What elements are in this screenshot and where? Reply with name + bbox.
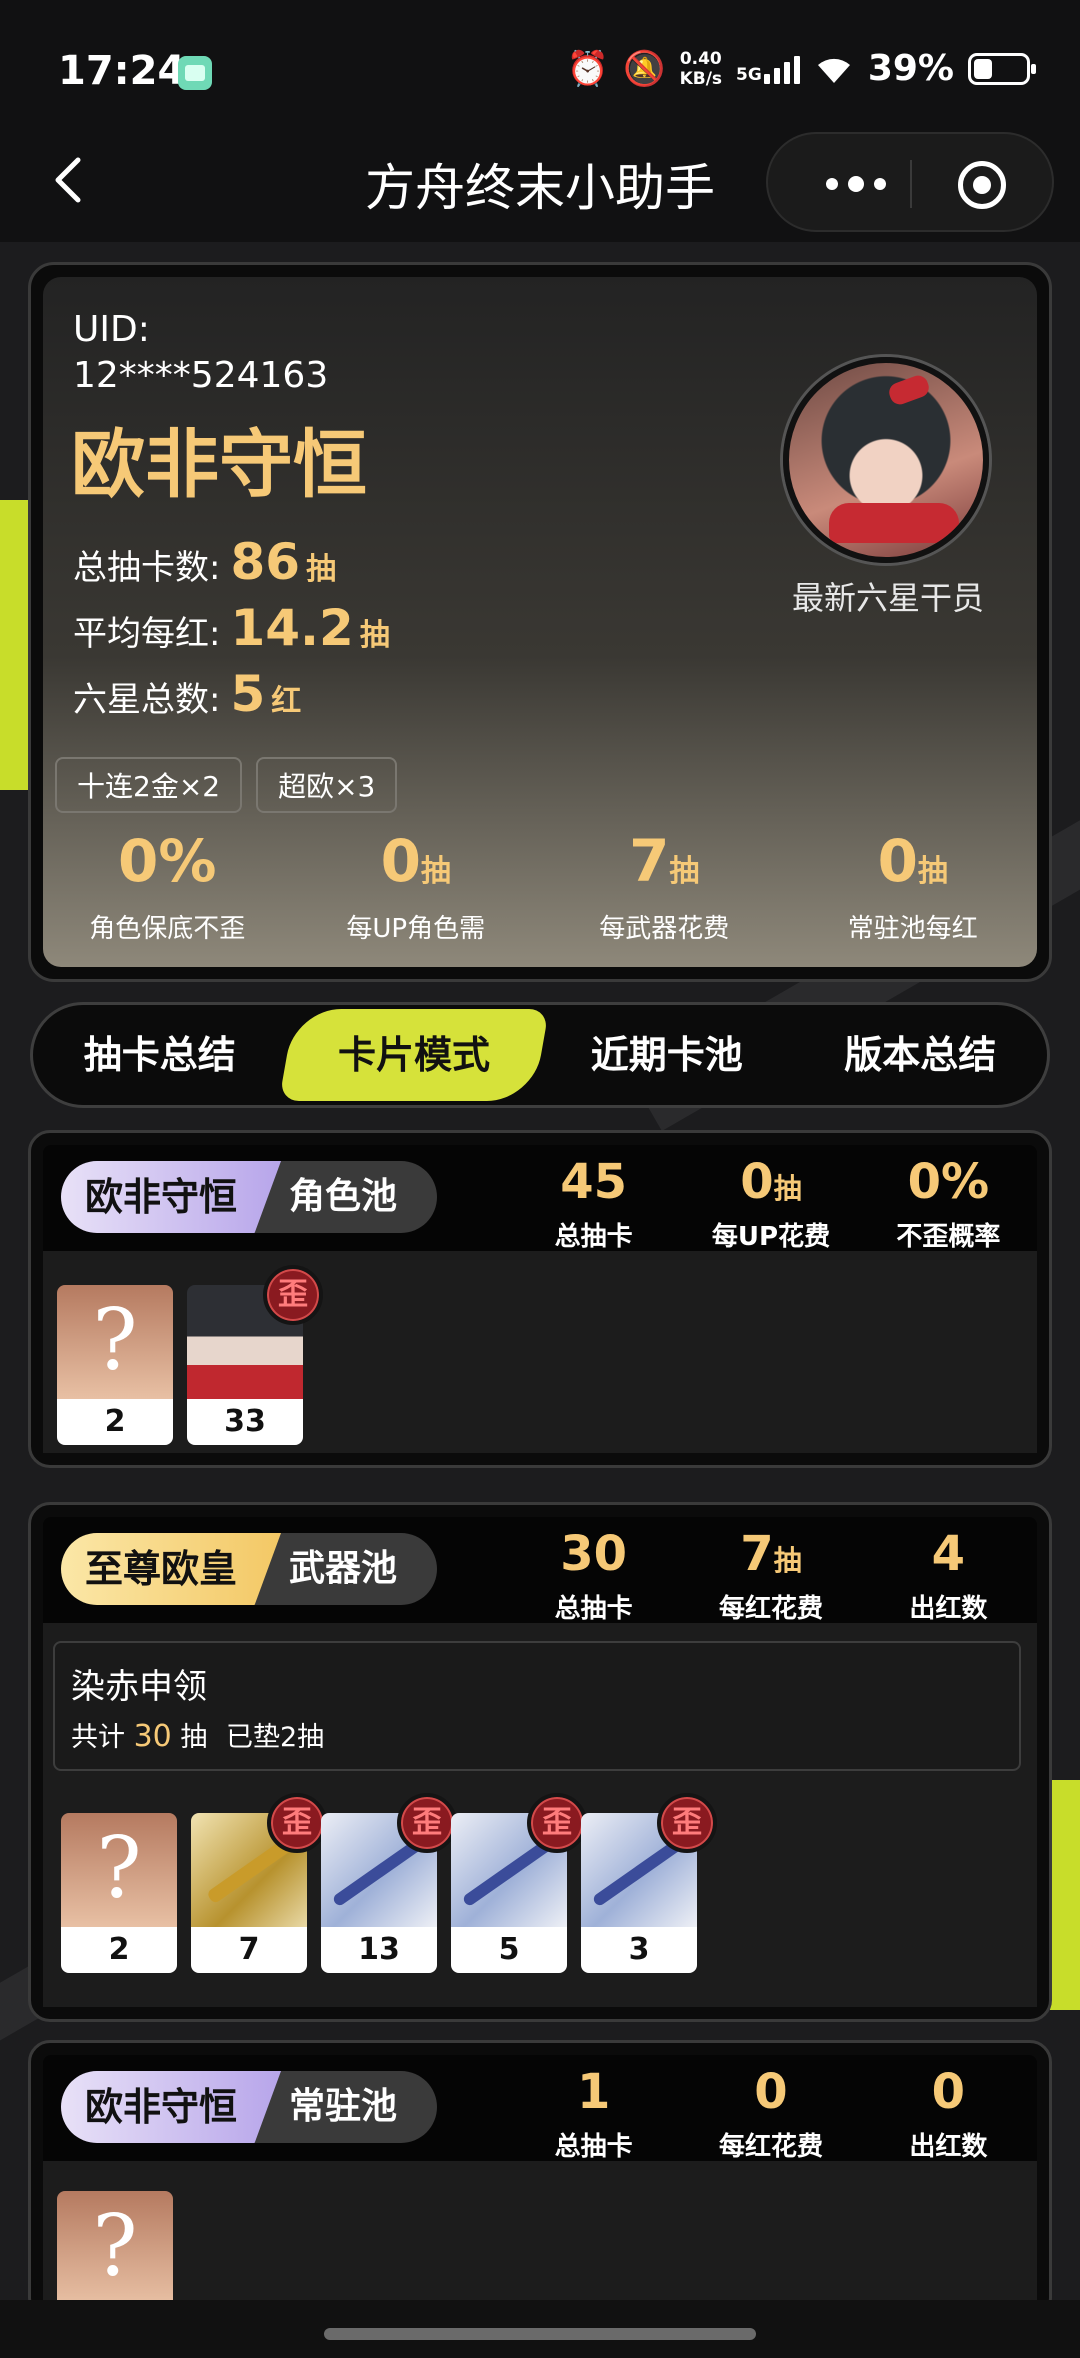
- pool-type-label: 常驻池: [255, 2071, 438, 2143]
- battery-icon: [968, 52, 1036, 85]
- pull-card[interactable]: 13 歪: [321, 1793, 457, 1973]
- achievement-tags: 十连2金×2 超欧×3: [55, 757, 398, 813]
- pool-rank-badge: 至尊欧皇: [61, 1533, 282, 1605]
- uid: UID: 12****524163: [73, 309, 329, 396]
- nav-bar: 方舟终末小助手: [0, 130, 1080, 242]
- pull-cards: 2 7 歪 13 歪 5 歪: [61, 1793, 717, 1973]
- pull-card[interactable]: 2: [57, 1285, 173, 1445]
- pool-stat-total: 1 总抽卡: [554, 2064, 633, 2162]
- pull-card[interactable]: 5 歪: [451, 1793, 587, 1973]
- total-pulls-stat: 总抽卡数: 86 抽: [73, 533, 337, 591]
- off-banner-badge: 歪: [397, 1793, 457, 1853]
- off-banner-badge: 歪: [657, 1793, 717, 1853]
- pull-card[interactable]: 2: [61, 1813, 177, 1973]
- avatar-label: 最新六星干员: [791, 579, 984, 617]
- signal-bars-icon: [763, 54, 800, 84]
- weapon-banner-box[interactable]: 染赤申领 共计 30 抽 已垫2抽: [53, 1641, 1021, 1771]
- unknown-card-icon: [61, 1813, 177, 1927]
- pool-stat-six-count: 4 出红数: [909, 1526, 988, 1624]
- tab-version-summary[interactable]: 版本总结: [794, 1009, 1048, 1101]
- pool-stat-total: 30 总抽卡: [554, 1526, 633, 1624]
- network-speed: 0.40 KB/s: [679, 48, 723, 89]
- pool-type-label: 角色池: [255, 1161, 438, 1233]
- pool-badge: 至尊欧皇 武器池: [61, 1533, 438, 1605]
- tab-card-mode[interactable]: 卡片模式: [278, 1009, 549, 1101]
- tab-summary[interactable]: 抽卡总结: [33, 1009, 287, 1101]
- pool-rank-badge: 欧非守恒: [61, 1161, 282, 1233]
- tab-recent-pools[interactable]: 近期卡池: [540, 1009, 794, 1101]
- close-target-icon[interactable]: [958, 161, 1006, 209]
- pull-card[interactable]: 3 歪: [581, 1793, 717, 1973]
- status-time: 17:24: [58, 48, 186, 94]
- off-banner-badge: 歪: [263, 1265, 323, 1325]
- pull-card[interactable]: 7 歪: [191, 1793, 327, 1973]
- pool-badge: 欧非守恒 角色池: [61, 1161, 438, 1233]
- pool-stat-no-waai-rate: 0% 不歪概率: [896, 1154, 1001, 1252]
- capsule-divider: [910, 160, 912, 208]
- off-banner-badge: 歪: [267, 1793, 327, 1853]
- home-indicator[interactable]: [324, 2328, 756, 2340]
- tag: 超欧×3: [256, 757, 398, 813]
- weapon-pool-card: 至尊欧皇 武器池 30 总抽卡 7抽 每红花费 4 出红数 染赤申领 共计 30 抽 …: [28, 1502, 1052, 2022]
- pool-type-label: 武器池: [255, 1533, 438, 1605]
- pool-stats: 1 总抽卡 0 每红花费 0 出红数: [505, 2065, 1037, 2163]
- stat-per-weapon: 7抽 每武器花费: [599, 827, 730, 944]
- view-tabs: 抽卡总结 卡片模式 近期卡池 版本总结: [30, 1002, 1050, 1108]
- mini-program-capsule: [766, 132, 1054, 232]
- weapon-banner-info: 共计 30 抽 已垫2抽: [71, 1719, 325, 1754]
- weapon-banner-name: 染赤申领: [71, 1667, 207, 1707]
- signal-indicator: 5G: [736, 54, 800, 84]
- character-pool-card: 欧非守恒 角色池 45总抽卡 0抽每UP花费 0%不歪概率 2 33 歪: [28, 1130, 1052, 1468]
- stat-standard-per-six: 0抽 常驻池每红: [847, 827, 978, 944]
- more-dots-icon[interactable]: [806, 164, 906, 204]
- battery-percent: 39%: [867, 48, 954, 89]
- latest-six-star-operator[interactable]: 最新六星干员: [783, 357, 993, 619]
- mute-bell-icon: 🔕: [623, 48, 666, 89]
- pool-stats: 30 总抽卡 7抽 每红花费 4 出红数: [505, 1527, 1037, 1625]
- pool-stats: 45 总抽卡 0抽 每UP花费 0% 不歪概率: [505, 1155, 1037, 1253]
- pool-badge: 欧非守恒 常驻池: [61, 2071, 438, 2143]
- standard-pool-card: 欧非守恒 常驻池 1 总抽卡 0 每红花费 0 出红数: [28, 2040, 1052, 2320]
- stat-char-pity: 0% 角色保底不歪: [89, 827, 246, 944]
- pool-stat-per-six: 7抽 每红花费: [718, 1526, 823, 1624]
- pool-stat-per-up: 0抽 每UP花费: [711, 1154, 831, 1252]
- unknown-card-icon: [57, 1285, 173, 1399]
- pool-stat-per-six: 0 每红花费: [718, 2064, 823, 2162]
- summary-stats: 0% 角色保底不歪 0抽 每UP角色需 7抽 每武器花费 0抽 常驻池每红: [43, 829, 1037, 945]
- pool-rank-badge: 欧非守恒: [61, 2071, 282, 2143]
- status-bar: 17:24 ⏰ 🔕 0.40 KB/s 5G 39%: [0, 0, 1080, 130]
- wifi-icon: [817, 58, 850, 83]
- profile-card: UID: 12****524163 欧非守恒 总抽卡数: 86 抽 平均每红: …: [28, 262, 1052, 982]
- avatar: [783, 357, 989, 563]
- pool-stat-total: 45 总抽卡: [554, 1154, 633, 1252]
- alarm-icon: ⏰: [566, 48, 610, 89]
- pool-stat-six-count: 0 出红数: [909, 2064, 988, 2162]
- app-notification-icon: [178, 56, 212, 90]
- pull-cards: 2 33 歪: [57, 1265, 323, 1445]
- avg-per-six-stat: 平均每红: 14.2 抽: [73, 599, 390, 657]
- stat-per-up-char: 0抽 每UP角色需: [346, 827, 486, 944]
- unknown-card-icon: [57, 2191, 173, 2305]
- six-star-total-stat: 六星总数: 5 红: [73, 665, 302, 723]
- pull-card[interactable]: 33 歪: [187, 1265, 323, 1445]
- off-banner-badge: 歪: [527, 1793, 587, 1853]
- rank-title: 欧非守恒: [71, 422, 367, 508]
- tag: 十连2金×2: [55, 757, 243, 813]
